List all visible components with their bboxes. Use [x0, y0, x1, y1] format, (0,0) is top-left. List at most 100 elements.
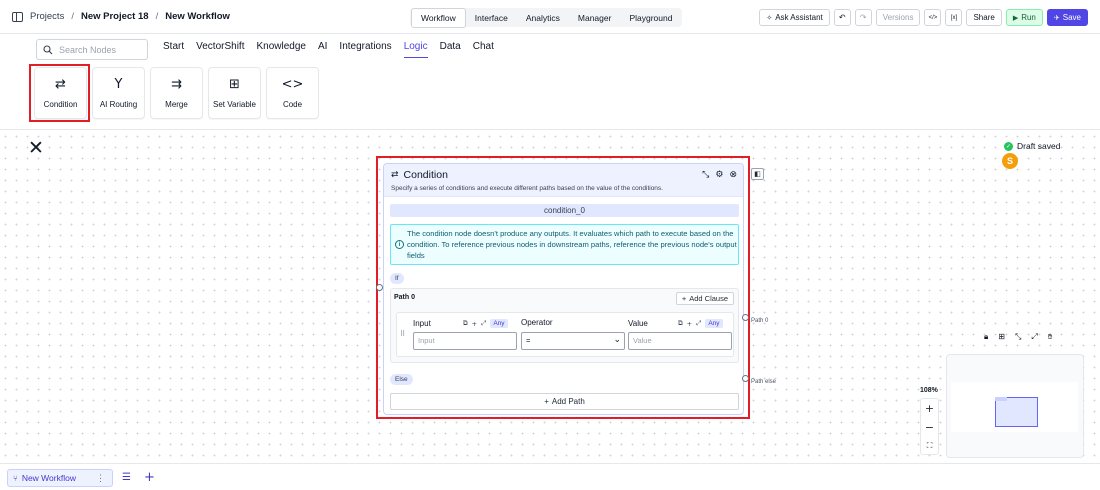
zoom-in-icon[interactable]: + — [925, 402, 934, 415]
handle-label-else: Path else — [751, 379, 777, 385]
search-icon — [43, 44, 53, 54]
close-circle-icon[interactable]: ⊗ — [729, 170, 737, 180]
hand-tool-icon[interactable]: ✋︎ — [1048, 332, 1053, 342]
fit-screen-icon[interactable]: ⛶ — [927, 441, 933, 451]
tab-workflow[interactable]: Workflow — [411, 7, 466, 28]
share-button[interactable]: Share — [966, 9, 1002, 26]
category-tabs: Start VectorShift Knowledge AI Integrati… — [163, 41, 494, 58]
node-tile-label: Condition — [43, 99, 78, 109]
tab-manager[interactable]: Manager — [569, 9, 621, 27]
category-start[interactable]: Start — [163, 41, 184, 58]
output-handle-path-0[interactable] — [742, 314, 749, 321]
search-input[interactable] — [59, 44, 139, 55]
sparkle-icon: ✧ — [766, 13, 773, 22]
check-icon: ✓ — [1004, 141, 1013, 151]
gear-icon[interactable]: ⚙ — [715, 170, 723, 180]
code-icon: </> — [928, 14, 938, 21]
fit-view-icon[interactable]: ⊞ — [998, 332, 1005, 342]
close-icon[interactable]: ✕ — [28, 139, 44, 158]
code-icon: <> — [281, 76, 304, 92]
category-chat[interactable]: Chat — [473, 41, 494, 58]
run-label: Run — [1021, 13, 1036, 22]
ask-assistant-button[interactable]: ✧ Ask Assistant — [759, 9, 830, 26]
input-handle[interactable] — [376, 284, 383, 291]
expand-icon[interactable]: ⤢ — [696, 319, 701, 328]
avatar[interactable]: S — [1002, 153, 1018, 169]
tab-interface[interactable]: Interface — [466, 9, 517, 27]
add-path-button[interactable]: + Add Path — [390, 393, 739, 410]
category-knowledge[interactable]: Knowledge — [256, 41, 305, 58]
drag-handle-icon[interactable]: ⠿ — [400, 330, 405, 338]
path-label: Path 0 — [394, 294, 416, 301]
versions-button[interactable]: Versions — [875, 9, 921, 26]
save-button[interactable]: ✈ Save — [1046, 9, 1088, 26]
run-button[interactable]: ▶ Run — [1005, 9, 1043, 26]
tab-analytics[interactable]: Analytics — [517, 9, 569, 27]
draft-status: ✓ Draft saved — [1004, 141, 1060, 151]
clause-row: ⠿ Input ⧉ + ⤢ Any Operator Value ⧉ + ⤢ A… — [396, 312, 734, 357]
value-field[interactable]: Value — [628, 332, 732, 350]
operator-value: = — [526, 336, 531, 345]
category-integrations[interactable]: Integrations — [339, 41, 391, 58]
expand-all-icon[interactable]: ⤢ — [1031, 332, 1037, 342]
category-logic[interactable]: Logic — [403, 41, 428, 58]
side-panel-icon[interactable]: ◧ — [751, 168, 764, 180]
variable-icon[interactable]: ⧉ — [463, 319, 468, 328]
breadcrumb-project[interactable]: New Project 18 — [81, 11, 149, 22]
redo-button[interactable]: ↷ — [854, 9, 872, 26]
add-path-label: Add Path — [551, 397, 585, 406]
category-data[interactable]: Data — [440, 41, 461, 58]
breadcrumb-workflow[interactable]: New Workflow — [165, 11, 230, 22]
embed-button[interactable]: [x] — [945, 9, 963, 26]
input-field-tools: ⧉ + ⤢ Any — [463, 319, 508, 328]
breadcrumb-projects[interactable]: Projects — [30, 11, 64, 22]
code-view-button[interactable]: </> — [924, 9, 942, 26]
node-tile-label: Merge — [165, 99, 188, 109]
node-tile-label: Set Variable — [213, 99, 256, 109]
tab-playground[interactable]: Playground — [620, 9, 681, 27]
collapse-all-icon[interactable]: ⤡ — [1015, 332, 1021, 342]
plus-icon: + — [681, 294, 687, 303]
breadcrumb-separator: / — [71, 11, 74, 22]
breadcrumb-separator: / — [155, 11, 159, 22]
plus-icon[interactable]: + — [472, 320, 477, 328]
list-icon[interactable]: ☰ — [122, 472, 131, 483]
ask-assistant-label: Ask Assistant — [775, 13, 823, 22]
node-tile-condition[interactable]: ⇄ Condition — [34, 67, 87, 119]
input-field[interactable]: Input — [413, 332, 517, 350]
add-tab-icon[interactable]: + — [144, 470, 155, 485]
minimap-viewport — [951, 382, 1078, 432]
if-badge: If — [390, 273, 404, 284]
node-tile-ai-routing[interactable]: Y AI Routing — [92, 67, 145, 119]
node-name-field[interactable]: condition_0 — [390, 204, 739, 217]
undo-button[interactable]: ↶ — [833, 9, 851, 26]
workflow-tab[interactable]: ⑂ New Workflow ⋮ — [7, 469, 113, 487]
condition-icon: ⇄ — [391, 170, 399, 180]
output-handle-else[interactable] — [742, 375, 749, 382]
variable-icon[interactable]: ⧉ — [678, 319, 683, 328]
plus-icon[interactable]: + — [687, 320, 692, 328]
minimap[interactable] — [946, 354, 1084, 458]
sidebar-toggle-icon[interactable] — [12, 11, 23, 22]
top-bar: Projects / New Project 18 / New Workflow… — [0, 0, 1100, 34]
node-tile-merge[interactable]: ⇉ Merge — [150, 67, 203, 119]
zoom-out-icon[interactable]: − — [925, 421, 934, 434]
rocket-icon: ✈ — [1053, 13, 1060, 22]
category-vectorshift[interactable]: VectorShift — [196, 41, 244, 58]
chevron-down-icon: ⌄ — [613, 335, 621, 345]
save-label: Save — [1062, 13, 1081, 22]
node-tile-set-variable[interactable]: ⊞ Set Variable — [208, 67, 261, 119]
node-tile-label: Code — [282, 99, 303, 109]
embed-icon: [x] — [950, 14, 958, 21]
node-tile-code[interactable]: <> Code — [266, 67, 319, 119]
add-clause-button[interactable]: + Add Clause — [675, 292, 734, 305]
operator-select[interactable]: = ⌄ — [521, 332, 625, 350]
expand-icon[interactable]: ⤢ — [481, 319, 486, 328]
operator-label: Operator — [521, 318, 553, 327]
condition-node[interactable]: ⇄ Condition Specify a series of conditio… — [383, 163, 744, 415]
collapse-icon[interactable]: ⤡ — [702, 170, 709, 180]
info-icon: i — [395, 240, 404, 249]
lock-icon[interactable]: 🔒︎ — [984, 332, 988, 342]
more-options-icon[interactable]: ⋮ — [96, 473, 105, 484]
category-ai[interactable]: AI — [318, 41, 327, 58]
